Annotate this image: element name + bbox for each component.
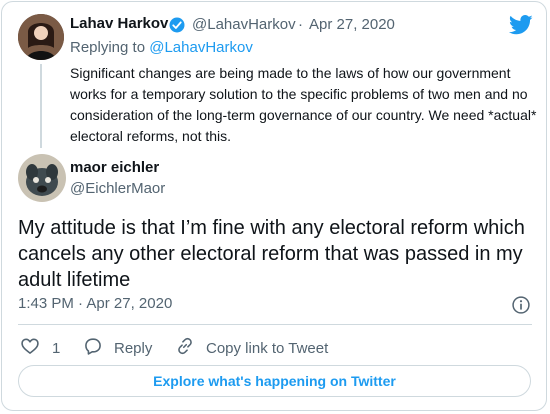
copy-link-button[interactable]: Copy link to Tweet bbox=[175, 336, 328, 360]
verified-badge-icon bbox=[168, 16, 186, 39]
heart-icon bbox=[20, 336, 40, 360]
replying-handle-link[interactable]: @LahavHarkov bbox=[149, 39, 253, 56]
thread-line bbox=[40, 64, 42, 148]
link-icon bbox=[175, 336, 195, 360]
copy-link-label: Copy link to Tweet bbox=[206, 339, 329, 357]
replying-to-line: Replying to @LahavHarkov bbox=[70, 39, 253, 56]
tweet-date: Apr 27, 2020 bbox=[86, 295, 173, 312]
tweet-time: 1:43 PM bbox=[18, 295, 74, 312]
parent-avatar[interactable] bbox=[18, 14, 64, 60]
parent-tweet-text: Significant changes are being made to th… bbox=[70, 65, 537, 144]
parent-separator: · bbox=[298, 16, 303, 33]
parent-date[interactable]: Apr 27, 2020 bbox=[309, 16, 395, 33]
tweet-timestamp[interactable]: 1:43 PM · Apr 27, 2020 bbox=[18, 295, 172, 312]
tweet-separator: · bbox=[78, 295, 84, 312]
main-handle[interactable]: @EichlerMaor bbox=[70, 180, 165, 197]
explore-twitter-button[interactable]: Explore what's happening on Twitter bbox=[18, 365, 531, 397]
parent-handle[interactable]: @LahavHarkov bbox=[192, 16, 296, 33]
reply-bubble-icon bbox=[83, 336, 103, 360]
twitter-bird-icon[interactable] bbox=[508, 15, 533, 40]
parent-display-name[interactable]: Lahav Harkov bbox=[70, 15, 168, 32]
reply-label: Reply bbox=[114, 339, 153, 357]
main-avatar[interactable] bbox=[18, 154, 66, 202]
replying-prefix: Replying to bbox=[70, 39, 146, 56]
like-count: 1 bbox=[52, 339, 61, 357]
main-display-name[interactable]: maor eichler bbox=[70, 159, 159, 176]
divider bbox=[18, 324, 532, 325]
info-icon[interactable] bbox=[511, 295, 531, 320]
reply-button[interactable]: Reply bbox=[83, 336, 152, 360]
main-tweet-text: My attitude is that I’m fine with any el… bbox=[18, 217, 525, 291]
like-button[interactable]: 1 bbox=[20, 336, 60, 360]
